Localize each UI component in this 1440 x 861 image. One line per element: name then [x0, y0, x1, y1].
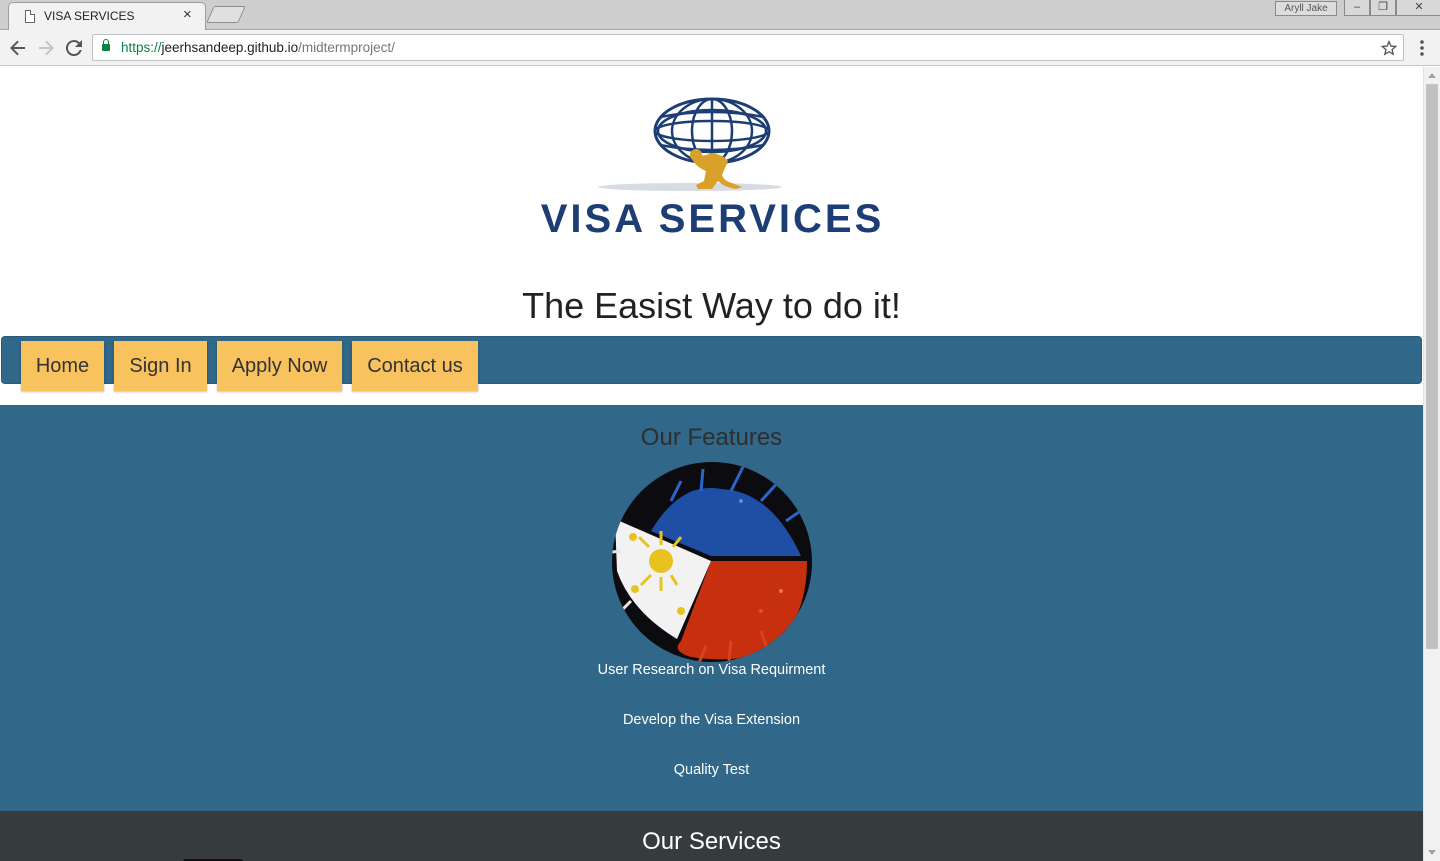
services-section: Our Services [0, 811, 1423, 861]
site-logo[interactable]: VISA SERVICES [460, 95, 965, 245]
feature-item: Quality Test [673, 762, 750, 778]
nav-sign-in-button[interactable]: Sign In [114, 341, 207, 391]
feature-item: User Research on Visa Requirment [597, 662, 826, 678]
reload-icon[interactable] [62, 36, 86, 60]
browser-toolbar: https://jeerhsandeep.github.io/midtermpr… [0, 30, 1440, 66]
close-window-button[interactable]: ✕ [1396, 0, 1440, 16]
browser-tab[interactable]: VISA SERVICES × [8, 2, 206, 30]
page-scrollbar[interactable] [1423, 67, 1440, 861]
address-bar[interactable]: https://jeerhsandeep.github.io/midtermpr… [92, 34, 1404, 61]
page-viewport: VISA SERVICES The Easist Way to do it! H… [0, 67, 1423, 861]
back-arrow-icon[interactable] [6, 36, 30, 60]
window-controls: – ❐ ✕ [1344, 0, 1440, 16]
logo-text: VISA SERVICES [540, 197, 885, 241]
bookmark-star-icon[interactable] [1380, 36, 1398, 61]
feature-item: Develop the Visa Extension [622, 712, 801, 728]
document-icon [25, 10, 35, 23]
features-section: Our Features User Research on Visa Requi… [0, 405, 1423, 811]
globe-atlas-icon [598, 97, 782, 191]
scroll-up-arrow-icon[interactable] [1428, 73, 1436, 78]
more-menu-icon[interactable] [1414, 35, 1430, 63]
tab-title: VISA SERVICES [44, 9, 135, 23]
new-tab-button[interactable] [206, 6, 246, 23]
nav-home-button[interactable]: Home [21, 341, 104, 391]
nav-contact-us-button[interactable]: Contact us [352, 341, 478, 391]
minimize-button[interactable]: – [1344, 0, 1370, 16]
profile-button[interactable]: Aryll Jake [1275, 1, 1337, 16]
page-tagline: The Easist Way to do it! [522, 285, 901, 326]
scrollbar-thumb[interactable] [1426, 84, 1438, 649]
nav-apply-now-button[interactable]: Apply Now [217, 341, 342, 391]
features-heading: Our Features [640, 424, 783, 451]
url-text: https://jeerhsandeep.github.io/midtermpr… [121, 40, 395, 55]
lock-icon [102, 39, 110, 51]
restore-button[interactable]: ❐ [1370, 0, 1396, 16]
main-navigation: Home Sign In Apply Now Contact us [1, 336, 1422, 391]
philippine-flag-splash-image [612, 462, 812, 662]
tab-close-icon[interactable]: × [183, 7, 192, 23]
scroll-down-arrow-icon[interactable] [1428, 850, 1436, 855]
forward-arrow-icon[interactable] [34, 36, 58, 60]
browser-tab-strip: VISA SERVICES × Aryll Jake – ❐ ✕ [0, 0, 1440, 30]
services-heading: Our Services [642, 828, 781, 855]
